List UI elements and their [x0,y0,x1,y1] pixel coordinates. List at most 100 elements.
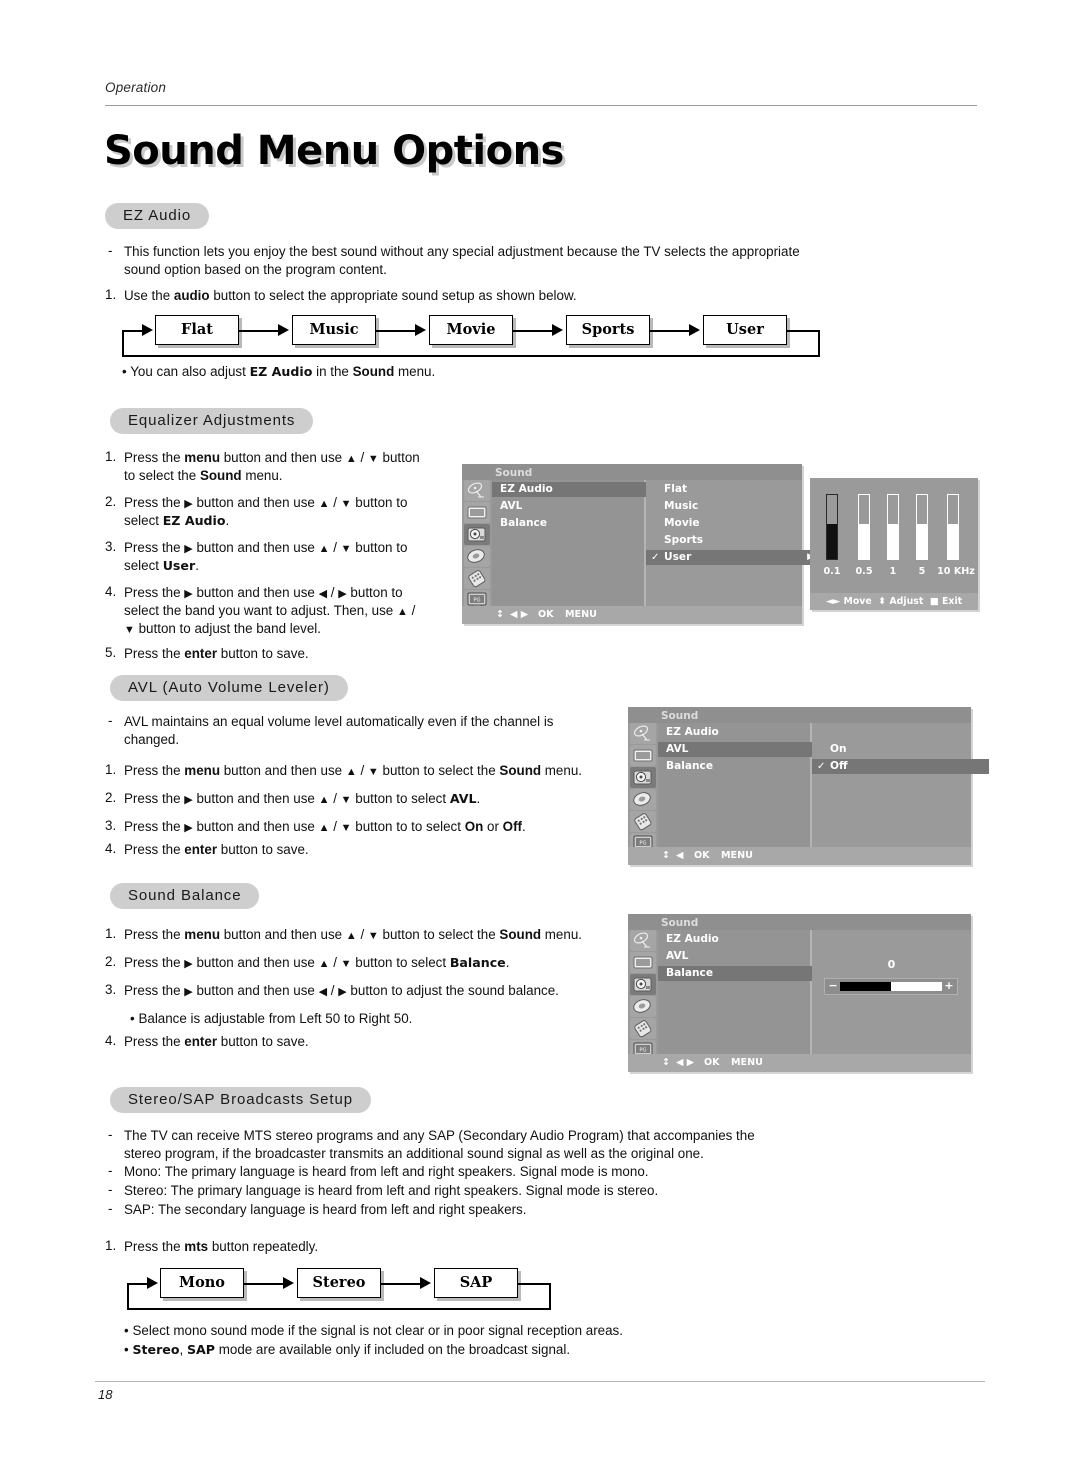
osd-menu-item-avl[interactable]: AVL [658,742,818,757]
flow-box-mono[interactable]: Mono [160,1268,244,1298]
balance-step4-text: Press the enter button to save. [124,1034,309,1049]
osd-footer-menu: MENU [721,850,753,861]
avl-step4-number: 4. [105,841,117,856]
sap-step1-number: 1. [105,1238,117,1253]
minus-icon[interactable]: − [826,979,840,994]
sap-desc3-marker: - [108,1201,113,1216]
balance-step4-number: 4. [105,1033,117,1048]
osd-avl-menu[interactable]: Sound PG EZ Audio AVL Balance On ✓ Off ↕… [628,707,989,865]
plus-icon[interactable]: + [942,979,956,994]
flow-box-user[interactable]: User [703,315,787,345]
option-icon[interactable] [630,1018,656,1039]
sap-desc1-line1: Mono: The primary language is heard from… [124,1164,649,1179]
eq-footer-exit: ■ Exit [929,596,963,607]
eq-band-bar-3[interactable] [916,494,928,560]
osd-equalizer-menu[interactable]: Sound PG EZ Audio AVL Balance Flat Music… [462,464,820,624]
osd-option-movie[interactable]: Movie [650,516,806,531]
eq-band-bar-4[interactable] [947,494,959,560]
flow-box-sap[interactable]: SAP [434,1268,518,1298]
balance-control[interactable]: 0 − + [812,958,971,1002]
avl-step3-text: Press the ▶ button and then use ▲ / ▼ bu… [124,819,526,834]
section-heading-stereo-sap: Stereo/SAP Broadcasts Setup [110,1087,371,1113]
osd-title: Sound [661,710,699,722]
flow-box-stereo[interactable]: Stereo [297,1268,381,1298]
osd-footer-ok: OK [538,609,554,620]
section-heading-balance: Sound Balance [110,883,260,909]
header-rule [105,105,977,106]
osd-balance-menu[interactable]: Sound PG EZ Audio AVL Balance 0 − + ↕ ◀ … [628,914,971,1072]
osd-menu-item-avl[interactable]: AVL [492,499,652,514]
avl-step1-number: 1. [105,762,117,777]
balance-slider[interactable]: − + [824,978,958,995]
eq-step2-line2: select EZ Audio. [124,513,230,528]
option-icon[interactable] [630,811,656,832]
section-heading-ez-audio: EZ Audio [105,203,210,229]
picture-icon[interactable] [464,502,490,523]
timer-icon[interactable] [464,546,490,567]
avl-step1-text: Press the menu button and then use ▲ / ▼… [124,763,582,778]
page-number: 18 [98,1387,113,1402]
eq-band-bar-1[interactable] [858,494,870,560]
eq-band-bar-0[interactable] [826,494,838,560]
eq-step1-number: 1. [105,449,117,464]
osd-menu-item-balance[interactable]: Balance [658,759,818,774]
updown-icon: ↕ [496,609,505,620]
antenna-icon[interactable] [630,930,656,951]
equalizer-band-panel[interactable]: 0.1 0.5 1 5 10 KHz ◄► Move ⬍ Adjust ■ Ex… [810,478,978,610]
osd-menu-item-ez-audio[interactable]: EZ Audio [492,482,652,497]
eq-band-label-0: 0.1 [823,566,841,577]
avl-step2-text: Press the ▶ button and then use ▲ / ▼ bu… [124,791,481,806]
osd-option-user-label: User [664,551,692,563]
osd-option-sports[interactable]: Sports [650,533,806,548]
flow-box-sports[interactable]: Sports [566,315,650,345]
svg-text:PG: PG [639,1048,646,1054]
picture-icon[interactable] [630,745,656,766]
sap-desc3-line1: SAP: The secondary language is heard fro… [124,1202,527,1217]
eq-band-label-1: 0.5 [855,566,873,577]
avl-step3-number: 3. [105,818,117,833]
osd-menu-item-ez-audio[interactable]: EZ Audio [658,725,818,740]
balance-step1-number: 1. [105,926,117,941]
antenna-icon[interactable] [630,723,656,744]
flow-box-flat[interactable]: Flat [155,315,239,345]
timer-icon[interactable] [630,789,656,810]
osd-option-off-label: Off [830,760,848,772]
picture-icon[interactable] [630,952,656,973]
sound-icon[interactable] [630,974,656,995]
osd-right-pane: 0 − + [812,930,971,1054]
osd-option-off[interactable]: ✓ Off [812,759,989,774]
eq-band-label-2: 1 [889,566,897,577]
timer-icon[interactable] [630,996,656,1017]
osd-icon-rail: PG [462,480,492,611]
sound-icon[interactable] [464,524,490,545]
eq-band-bar-2[interactable] [887,494,899,560]
sap-desc1-marker: - [108,1163,113,1178]
balance-slider-fill [840,982,891,991]
osd-option-flat[interactable]: Flat [650,482,806,497]
sap-step1-text: Press the mts button repeatedly. [124,1239,319,1254]
flow-box-movie[interactable]: Movie [429,315,513,345]
osd-menu-item-ez-audio[interactable]: EZ Audio [658,932,818,947]
sap-desc0-marker: - [108,1127,113,1142]
osd-option-user[interactable]: ✓ User ▶ [646,550,820,565]
running-head: Operation [105,80,167,95]
section-heading-avl: AVL (Auto Volume Leveler) [110,675,348,701]
updown-icon: ↕ [662,850,671,861]
balance-step3-text: Press the ▶ button and then use ◀ / ▶ bu… [124,983,559,998]
sap-desc2-line1: Stereo: The primary language is heard fr… [124,1183,659,1198]
sound-icon[interactable] [630,767,656,788]
ez-audio-desc-marker: - [108,243,113,258]
option-icon[interactable] [464,568,490,589]
ez-audio-flow-diagram: Flat Music Movie Sports User [120,312,820,362]
antenna-icon[interactable] [464,480,490,501]
osd-option-on[interactable]: On [816,742,970,757]
balance-slider-track[interactable] [840,982,942,991]
osd-menu-item-balance[interactable]: Balance [492,516,652,531]
osd-menu-item-balance[interactable]: Balance [658,966,818,981]
flow-box-music[interactable]: Music [292,315,376,345]
osd-option-music[interactable]: Music [650,499,806,514]
balance-value: 0 [887,958,896,971]
balance-step3-number: 3. [105,982,117,997]
osd-menu-item-avl[interactable]: AVL [658,949,818,964]
balance-step2-text: Press the ▶ button and then use ▲ / ▼ bu… [124,955,510,970]
